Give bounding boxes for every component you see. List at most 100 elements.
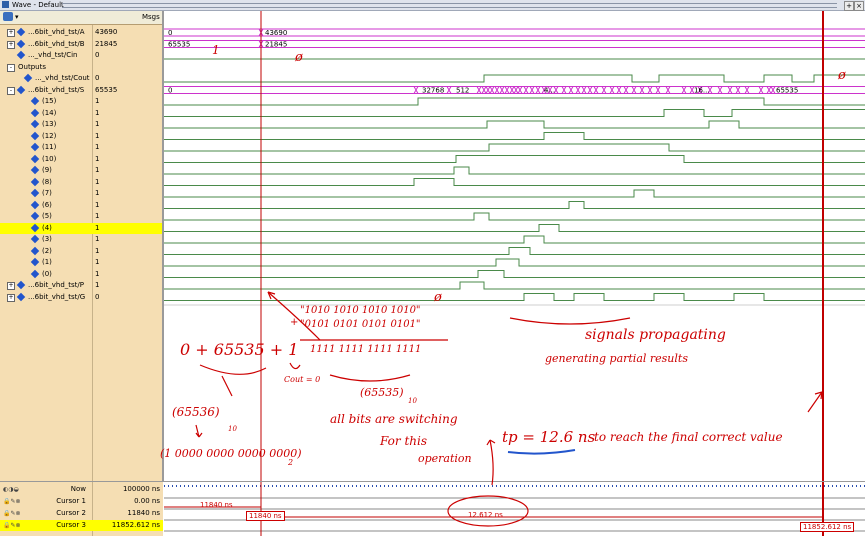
signal-wave	[164, 74, 865, 83]
signal-value: 1	[95, 281, 100, 289]
bus-transition	[489, 86, 495, 94]
annotation-one: 1	[212, 43, 220, 57]
signal-diamond-icon	[23, 73, 33, 83]
signal-value: 1	[95, 235, 100, 243]
signal-row[interactable]: (4) 1	[0, 222, 163, 234]
annotation-bin-65536: (1 0000 0000 0000 0000)	[160, 447, 302, 460]
dock-button[interactable]: +	[844, 1, 854, 11]
bus-transition	[476, 86, 482, 94]
signal-wave	[164, 97, 865, 106]
signal-row[interactable]: (0) 1	[0, 269, 163, 280]
signal-value: 1	[95, 166, 100, 174]
annotation-zero-cin: ø	[295, 50, 303, 65]
now-icons[interactable]: ◐◑◒	[3, 486, 19, 493]
signal-wave	[164, 293, 865, 301]
signal-row[interactable]: (11) 1	[0, 142, 163, 153]
close-button[interactable]: ×	[854, 1, 864, 11]
collapse-icon[interactable]: -	[7, 63, 15, 72]
signal-row[interactable]: - Outputs	[0, 62, 163, 73]
expand-icon[interactable]: +	[7, 282, 15, 290]
annotation-for-this: For this	[380, 434, 427, 448]
signal-row[interactable]: - ...6bit_vhd_tst/S 65535	[0, 85, 163, 96]
expand-icon[interactable]: +	[7, 293, 15, 302]
signal-name: (14)	[42, 108, 57, 117]
bus-transition	[485, 86, 491, 94]
bus-transition	[481, 86, 487, 94]
cursor-lock-icon[interactable]: 🔒✎⊗	[3, 522, 21, 529]
bus-transition	[601, 86, 607, 94]
cursor-row[interactable]: 🔒✎⊗ Cursor 1 0.00 ns	[0, 496, 163, 507]
signal-row[interactable]: (15) 1	[0, 96, 163, 107]
signal-name: (6)	[42, 200, 52, 209]
cursor-name: Cursor 3	[56, 521, 86, 529]
signal-row[interactable]: (3) 1	[0, 234, 163, 245]
signal-row[interactable]: (10) 1	[0, 154, 163, 165]
signal-name: (8)	[42, 177, 52, 186]
annotation-partial-results: generating partial results	[545, 352, 688, 365]
bus-transition	[665, 86, 671, 94]
waveform-pane[interactable]: 0 43690 65535 21845 0 32768 512 4... 16... 65535	[164, 11, 865, 481]
cursor-row[interactable]: 🔒✎⊗ Cursor 3 11852.612 ns	[0, 520, 163, 531]
bus-transition	[513, 86, 519, 94]
wave-menu-icon[interactable]	[3, 12, 13, 21]
signal-row[interactable]: (1) 1	[0, 257, 163, 268]
cursor-row[interactable]: 🔒✎⊗ Cursor 2 11840 ns	[0, 508, 163, 519]
bus-transition	[523, 86, 529, 94]
cursor-lock-icon[interactable]: 🔒✎⊗	[3, 510, 21, 517]
signal-value: 43690	[95, 28, 118, 36]
cursor-lock-icon[interactable]: 🔒✎⊗	[3, 498, 21, 505]
signal-row[interactable]: + ...6bit_vhd_tst/B 21845	[0, 39, 163, 50]
signal-row[interactable]: (5) 1	[0, 211, 163, 222]
signal-name: (11)	[42, 143, 57, 151]
chevron-down-icon[interactable]: ▾	[15, 13, 19, 21]
cursor-3-time[interactable]: 11852.612 ns	[800, 522, 855, 532]
cursor-value: 11840 ns	[127, 509, 160, 517]
signal-row[interactable]: (6) 1	[0, 200, 163, 211]
signal-wave	[164, 258, 865, 267]
bus-transition	[744, 86, 750, 94]
signal-row[interactable]: + ...6bit_vhd_tst/G 0	[0, 292, 163, 303]
expand-icon[interactable]: +	[7, 29, 15, 37]
signal-row[interactable]: (8) 1	[0, 177, 163, 188]
signal-name: Outputs	[18, 62, 46, 71]
annotation-sum-bits: 1111 1111 1111 1111	[310, 344, 422, 355]
signal-row[interactable]: (7) 1	[0, 188, 163, 199]
signal-wave	[164, 189, 865, 198]
signal-wave	[164, 109, 865, 117]
signal-name: (12)	[42, 131, 57, 140]
signal-row[interactable]: (2) 1	[0, 246, 163, 257]
signal-row[interactable]: ..._vhd_tst/Cin 0	[0, 50, 163, 61]
bus-transition	[758, 86, 764, 94]
signal-row[interactable]: (14) 1	[0, 108, 163, 119]
bus-transition	[681, 86, 687, 94]
cursor-row[interactable]: ◐◑◒ Now 100000 ns	[0, 484, 163, 495]
annotation-dec-65536: (65536)	[172, 405, 220, 419]
bus-transition	[581, 86, 587, 94]
bus-transition	[609, 86, 615, 94]
expand-icon[interactable]: +	[7, 40, 15, 49]
signal-name: ..._vhd_tst/Cin	[28, 51, 78, 59]
signal-name: (1)	[42, 258, 52, 266]
signal-name: (0)	[42, 269, 52, 278]
annotation-sub-2: 2	[288, 458, 294, 467]
bus-value: 16...	[694, 87, 710, 95]
signal-value: 65535	[95, 85, 118, 94]
bus-transition	[529, 86, 535, 94]
bus-transition	[568, 86, 574, 94]
bus-transition	[413, 86, 419, 94]
bus-transition	[623, 86, 629, 94]
collapse-icon[interactable]: -	[7, 86, 15, 95]
signal-wave	[164, 281, 865, 290]
signal-row[interactable]: (12) 1	[0, 131, 163, 142]
cursor-2-time[interactable]: 11840 ns	[246, 511, 285, 521]
bus-transition	[735, 86, 741, 94]
annotation-all-bits: all bits are switching	[330, 412, 458, 426]
signal-row[interactable]: ..._vhd_tst/Cout 0	[0, 73, 163, 84]
signal-row[interactable]: (13) 1	[0, 119, 163, 130]
signal-wave	[164, 247, 865, 255]
signal-wave	[164, 224, 865, 232]
signal-row[interactable]: (9) 1	[0, 165, 163, 176]
cursor-timeline[interactable]	[164, 482, 865, 536]
signal-row[interactable]: + ...6bit_vhd_tst/A 43690	[0, 27, 163, 38]
signal-row[interactable]: + ...6bit_vhd_tst/P 1	[0, 280, 163, 291]
